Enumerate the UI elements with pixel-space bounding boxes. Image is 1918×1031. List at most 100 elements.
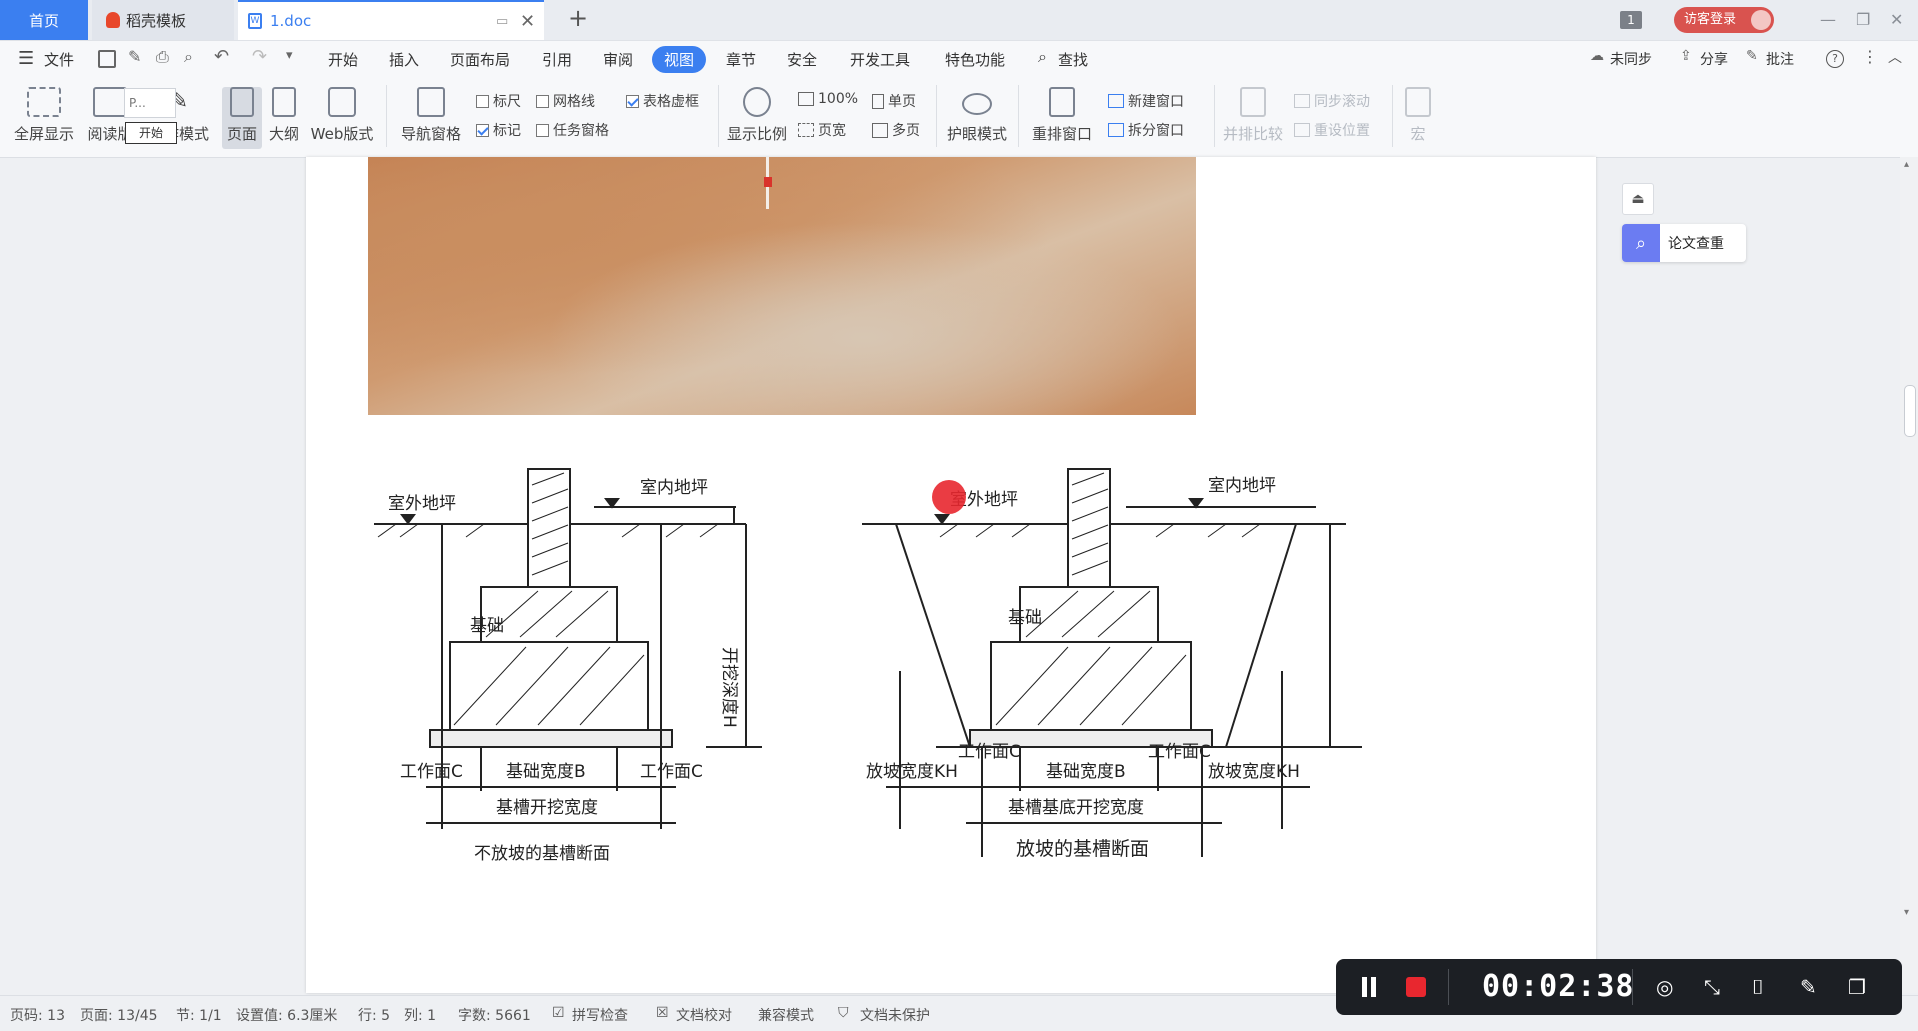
protect-status[interactable]: 文档未保护	[860, 1005, 930, 1025]
macro-button[interactable]: 宏	[1398, 87, 1438, 144]
focus-capture-icon[interactable]: ◎	[1656, 975, 1673, 999]
menu-search[interactable]: 查找	[1058, 49, 1088, 70]
close-window-icon[interactable]: ✕	[1890, 10, 1903, 29]
status-page[interactable]: 页面: 13/45	[80, 1005, 158, 1025]
zoom-100-label: 100%	[818, 91, 859, 107]
help-icon[interactable]: ?	[1826, 50, 1844, 68]
window-count-badge[interactable]: 1	[1620, 11, 1642, 29]
more-icon[interactable]: ⋮	[1862, 47, 1878, 66]
docer-logo-icon	[106, 12, 120, 28]
table-frame-checkbox[interactable]: 表格虚框	[626, 91, 699, 111]
task-pane-check[interactable]	[536, 123, 549, 137]
undo-icon[interactable]: ↶	[214, 46, 229, 67]
print-icon[interactable]: ⎙	[156, 47, 169, 67]
proofread-icon: ☒	[656, 1005, 669, 1021]
sync-scroll-button[interactable]: 同步滚动	[1294, 91, 1370, 111]
comment-icon[interactable]: ✎	[1746, 48, 1758, 64]
pause-icon[interactable]	[1362, 977, 1367, 997]
nav-pane-button[interactable]: 导航窗格	[394, 87, 468, 144]
status-page-code[interactable]: 页码: 13	[10, 1005, 65, 1025]
cloud-sync-icon[interactable]: ☁	[1590, 48, 1604, 64]
status-words[interactable]: 字数: 5661	[458, 1005, 531, 1025]
sync-status[interactable]: 未同步	[1610, 49, 1652, 69]
login-button[interactable]: 访客登录	[1674, 7, 1774, 33]
zoom-button[interactable]: 显示比例	[724, 87, 790, 144]
shrink-icon[interactable]: ⤡	[1704, 975, 1720, 999]
table-frame-check[interactable]	[626, 94, 639, 108]
scroll-down-icon[interactable]: ▾	[1904, 907, 1909, 918]
camera-icon[interactable]: ⌷	[1752, 975, 1764, 999]
side-by-side-button[interactable]: 并排比较	[1220, 87, 1286, 144]
menu-references[interactable]: 引用	[542, 49, 572, 70]
tab-templates[interactable]: 稻壳模板	[92, 0, 234, 40]
menu-chapter[interactable]: 章节	[726, 49, 756, 70]
fullscreen-button[interactable]: 全屏显示	[12, 87, 76, 144]
separator	[718, 85, 719, 147]
eye-mode-button[interactable]: 护眼模式	[944, 87, 1010, 144]
close-tab-icon[interactable]: ✕	[520, 11, 535, 32]
redo-icon[interactable]: ↷	[252, 46, 267, 67]
window-restore-icon[interactable]: ▭	[496, 14, 508, 29]
minimize-icon[interactable]: —	[1820, 10, 1836, 29]
avatar-icon	[1751, 10, 1771, 30]
scroll-thumb[interactable]	[1904, 385, 1916, 437]
menu-insert[interactable]: 插入	[389, 49, 419, 70]
menu-security[interactable]: 安全	[787, 49, 817, 70]
marks-check[interactable]	[476, 123, 489, 137]
gridlines-check[interactable]	[536, 94, 549, 108]
tab-home[interactable]: 首页	[0, 0, 88, 40]
zoom-100-button[interactable]: 100%	[798, 91, 858, 107]
proofread-button[interactable]: 文档校对	[676, 1005, 732, 1025]
reset-position-button[interactable]: 重设位置	[1294, 120, 1370, 140]
outline-label: 大纲	[268, 125, 299, 143]
menu-page-layout[interactable]: 页面布局	[450, 49, 510, 70]
spell-check-button[interactable]: 拼写检查	[572, 1005, 628, 1025]
format-painter-icon[interactable]: ✎	[128, 47, 141, 66]
outline-button[interactable]: 大纲	[266, 87, 302, 144]
rearrange-button[interactable]: 重排窗口	[1024, 87, 1100, 144]
scroll-up-icon[interactable]: ▴	[1904, 159, 1909, 170]
side-by-side-icon	[1240, 87, 1266, 117]
window-icon[interactable]: ❐	[1848, 975, 1866, 999]
stop-icon[interactable]	[1406, 977, 1426, 997]
comment-button[interactable]: 批注	[1766, 49, 1794, 69]
ruler-check[interactable]	[476, 94, 489, 108]
maximize-icon[interactable]: ❐	[1856, 10, 1870, 29]
gridlines-checkbox[interactable]: 网格线	[536, 91, 595, 111]
pen-icon[interactable]: ✎	[1800, 975, 1817, 999]
marks-checkbox[interactable]: 标记	[476, 120, 521, 140]
menu-features[interactable]: 特色功能	[945, 49, 1005, 70]
print-preview-icon[interactable]: ⌕	[184, 47, 193, 67]
menu-developer[interactable]: 开发工具	[850, 49, 910, 70]
panel-collapse-icon[interactable]: ⏏	[1622, 183, 1654, 215]
single-page-button[interactable]: 单页	[872, 91, 916, 111]
hamburger-icon[interactable]: ☰	[18, 48, 34, 69]
menu-review[interactable]: 审阅	[603, 49, 633, 70]
new-tab-icon[interactable]: +	[568, 4, 588, 32]
web-layout-button[interactable]: Web版式	[306, 87, 378, 144]
save-icon[interactable]	[98, 50, 116, 68]
share-button[interactable]: 分享	[1700, 49, 1728, 69]
tab-document[interactable]: W 1.doc ▭ ✕	[238, 0, 544, 40]
marks-label: 标记	[493, 123, 521, 139]
menu-file[interactable]: 文件	[44, 49, 74, 70]
ruler-checkbox[interactable]: 标尺	[476, 91, 521, 111]
split-window-button[interactable]: 拆分窗口	[1108, 120, 1184, 140]
document-page[interactable]: 室外地坪 室内地坪 基础 开挖深度H 工作面C 基础宽度B 工作面C 基槽开挖宽…	[306, 157, 1596, 993]
task-pane-checkbox[interactable]: 任务窗格	[536, 120, 609, 140]
menu-start[interactable]: 开始	[328, 49, 358, 70]
rearrange-label: 重排窗口	[1031, 125, 1092, 143]
menu-view[interactable]: 视图	[664, 49, 694, 70]
left-caption: 不放坡的基槽断面	[474, 844, 610, 864]
vertical-scrollbar[interactable]: ▴ ▾	[1900, 157, 1918, 993]
collapse-ribbon-icon[interactable]: ︿	[1888, 47, 1902, 67]
page-width-button[interactable]: 页宽	[798, 120, 846, 140]
plagiarism-check-button[interactable]: ⌕ 论文查重	[1622, 224, 1746, 262]
page-view-button[interactable]: 页面	[222, 87, 262, 149]
search-icon[interactable]: ⌕	[1038, 47, 1047, 67]
customize-chevron-icon[interactable]: ▾	[286, 48, 293, 63]
multi-page-button[interactable]: 多页	[872, 120, 920, 140]
share-icon[interactable]: ⇪	[1680, 48, 1692, 64]
web-layout-label: Web版式	[310, 125, 374, 143]
new-window-button[interactable]: 新建窗口	[1108, 91, 1184, 111]
